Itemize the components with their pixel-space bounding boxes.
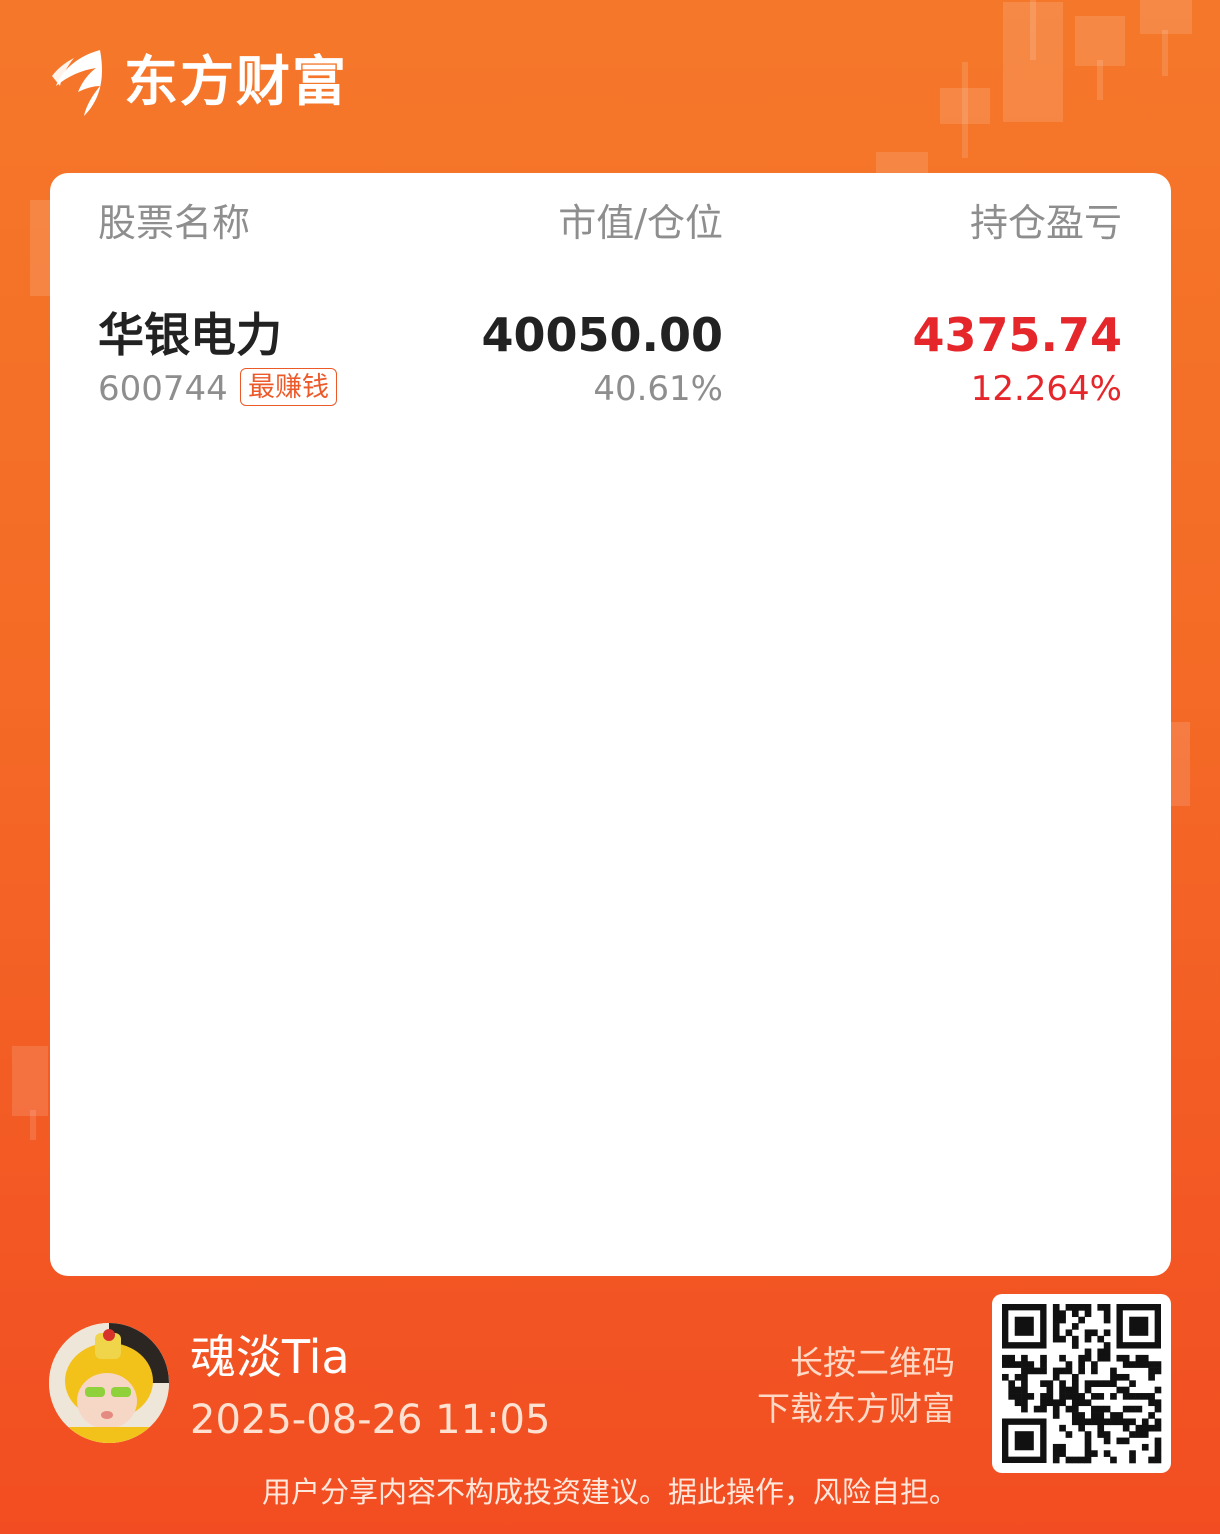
column-header-market-value: 市值/仓位 [558,201,723,245]
position-ratio: 40.61% [593,369,723,409]
column-header-stock-name: 股票名称 [98,201,251,245]
avatar-image [49,1323,169,1443]
qr-hint: 长按二维码 下载东方财富 [757,1340,955,1432]
holding-pnl: 4375.74 [912,308,1122,362]
share-datetime: 2025-08-26 11:05 [190,1397,551,1443]
stock-name: 华银电力 [98,308,282,362]
qr-code[interactable] [992,1294,1171,1473]
top-earner-badge: 最赚钱 [240,368,337,406]
qr-hint-line1: 长按二维码 [790,1343,955,1382]
stock-code: 600744 [98,369,228,409]
qr-hint-line2: 下载东方财富 [757,1389,955,1428]
market-value: 40050.00 [481,308,723,362]
brand-name: 东方财富 [124,50,348,113]
eastmoney-logo-icon [52,50,103,116]
avatar [49,1323,169,1443]
qr-code-icon [1002,1304,1162,1464]
app-header: 东方财富 [48,44,348,120]
username: 魂淡Tia [190,1330,350,1384]
holding-pnl-percent: 12.264% [970,369,1122,409]
disclaimer: 用户分享内容不构成投资建议。据此操作，风险自担。 [261,1475,958,1509]
column-header-pnl: 持仓盈亏 [969,201,1122,245]
